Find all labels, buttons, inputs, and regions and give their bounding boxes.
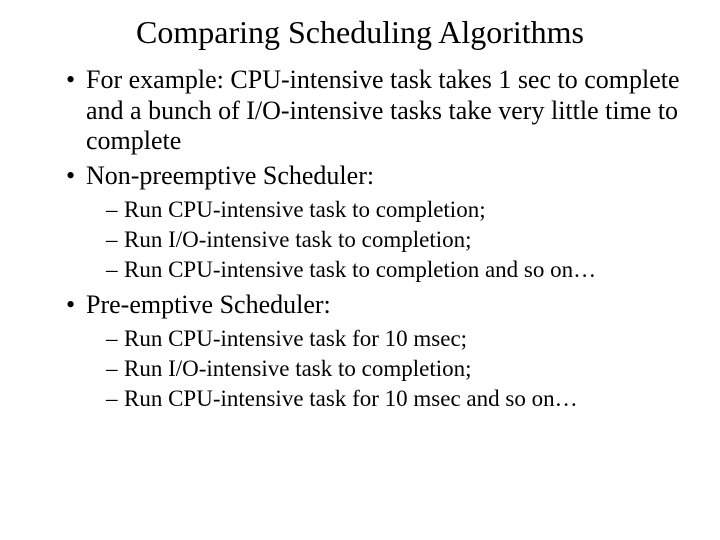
slide: Comparing Scheduling Algorithms •For exa… [0, 0, 720, 540]
dash-icon: – [106, 325, 124, 353]
dash-icon: – [106, 256, 124, 284]
sub-bullet-item: –Run CPU-intensive task to completion an… [30, 256, 690, 284]
dash-icon: – [106, 385, 124, 413]
sub-bullet-item: –Run I/O-intensive task to completion; [30, 355, 690, 383]
bullet-icon: • [66, 65, 86, 96]
dash-icon: – [106, 196, 124, 224]
sub-bullet-text: Run I/O-intensive task to completion; [124, 356, 472, 381]
sub-bullet-item: –Run CPU-intensive task for 10 msec; [30, 325, 690, 353]
sub-bullet-item: –Run I/O-intensive task to completion; [30, 226, 690, 254]
bullet-icon: • [66, 290, 86, 321]
bullet-text: For example: CPU-intensive task takes 1 … [86, 65, 680, 155]
sub-bullet-text: Run CPU-intensive task to completion; [124, 197, 486, 222]
slide-title: Comparing Scheduling Algorithms [30, 14, 690, 51]
sub-bullet-text: Run CPU-intensive task for 10 msec; [124, 326, 467, 351]
bullet-item: •For example: CPU-intensive task takes 1… [30, 65, 690, 157]
sub-bullet-text: Run I/O-intensive task to completion; [124, 227, 472, 252]
bullet-text: Pre-emptive Scheduler: [86, 290, 331, 319]
bullet-item: •Pre-emptive Scheduler: [30, 290, 690, 321]
sub-bullet-item: –Run CPU-intensive task to completion; [30, 196, 690, 224]
sub-bullet-text: Run CPU-intensive task to completion and… [124, 257, 596, 282]
dash-icon: – [106, 355, 124, 383]
bullet-item: •Non-preemptive Scheduler: [30, 161, 690, 192]
sub-bullet-item: –Run CPU-intensive task for 10 msec and … [30, 385, 690, 413]
sub-bullet-text: Run CPU-intensive task for 10 msec and s… [124, 386, 578, 411]
bullet-icon: • [66, 161, 86, 192]
bullet-text: Non-preemptive Scheduler: [86, 161, 374, 190]
dash-icon: – [106, 226, 124, 254]
